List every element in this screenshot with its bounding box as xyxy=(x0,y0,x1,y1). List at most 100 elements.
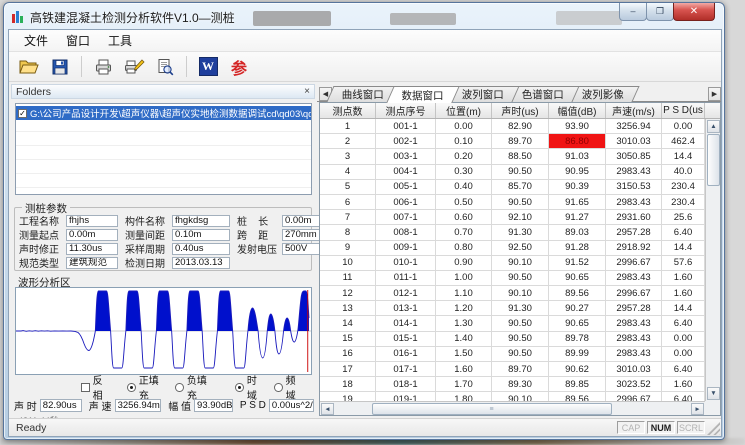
resize-grip[interactable] xyxy=(707,422,720,435)
menu-item-1[interactable]: 窗口 xyxy=(57,29,99,52)
print-setup-button[interactable] xyxy=(121,55,147,79)
table-cell: 006-1 xyxy=(376,195,436,209)
table-row[interactable]: 7007-10.6092.1091.272931.6025.6 xyxy=(320,210,705,225)
folders-close-icon[interactable]: × xyxy=(304,87,310,97)
param-field[interactable]: 11.30us xyxy=(66,243,118,255)
table-cell: 14 xyxy=(320,316,376,330)
table-body[interactable]: 1001-10.0082.9093.903256.940.002002-10.1… xyxy=(320,119,705,401)
param-label: 桩 长 xyxy=(237,213,282,228)
table-row[interactable]: 10010-10.9090.1091.522996.6757.6 xyxy=(320,256,705,271)
param-field[interactable]: 建筑规范 xyxy=(66,257,118,269)
table-cell: 91.30 xyxy=(492,301,549,315)
table-cell: 91.30 xyxy=(492,225,549,239)
table-row[interactable]: 19019-11.8090.1089.562996.676.40 xyxy=(320,392,705,401)
item-checkbox[interactable]: ✓ xyxy=(18,109,27,118)
word-export-button[interactable]: W xyxy=(195,55,221,79)
table-cell: 1.70 xyxy=(436,377,492,391)
table-row[interactable]: 4004-10.3090.5090.952983.4340.0 xyxy=(320,165,705,180)
param-field[interactable]: 0.00m xyxy=(66,229,118,241)
table-row[interactable]: 16016-11.5090.5089.992983.430.00 xyxy=(320,347,705,362)
menu-item-0[interactable]: 文件 xyxy=(15,29,57,52)
menu-bar: 文件窗口工具 xyxy=(9,30,721,52)
param-field[interactable]: fhjhs xyxy=(66,215,118,227)
table-cell: 11 xyxy=(320,271,376,285)
param-field[interactable]: 0.10m xyxy=(172,229,230,241)
parameters-button[interactable]: 参 xyxy=(226,55,252,79)
print-preview-button[interactable] xyxy=(152,55,178,79)
param-field[interactable]: 2013.03.13 xyxy=(172,257,230,269)
table-cell: 1.60 xyxy=(662,271,705,285)
save-button[interactable] xyxy=(47,55,73,79)
tabs: 曲线窗口数据窗口波列窗口色谱窗口波列影像 xyxy=(336,86,636,102)
table-row[interactable]: 15015-11.4090.5089.782983.430.00 xyxy=(320,332,705,347)
title-bar[interactable]: 高铁建混凝土检测分析软件V1.0—测桩 – ❐ ✕ xyxy=(4,3,724,29)
table-cell: 13 xyxy=(320,301,376,315)
waveform-canvas[interactable] xyxy=(15,287,312,375)
readout-label: P S D xyxy=(240,400,266,411)
folder-list-item[interactable]: ✓ G:\公司产品设计开发\超声仪器\超声仪实地检测数据调试cd\qd03\qd… xyxy=(16,106,311,120)
table-row[interactable]: 12012-11.1090.1089.562996.671.60 xyxy=(320,286,705,301)
table-cell: 89.78 xyxy=(549,332,606,346)
table-cell: 92.50 xyxy=(492,241,549,255)
table-cell: 2983.43 xyxy=(606,165,662,179)
horizontal-scrollbar-thumb[interactable]: ≡ xyxy=(372,403,612,415)
scrollbar-corner xyxy=(705,401,720,415)
maximize-button[interactable]: ❐ xyxy=(646,3,674,21)
waveform-controls: 反相 正填充负填充时域频域 xyxy=(15,380,313,394)
table-cell: 1.80 xyxy=(436,392,492,401)
table-cell: 1.10 xyxy=(436,286,492,300)
table-row[interactable]: 3003-10.2088.5091.033050.8514.4 xyxy=(320,149,705,164)
table-cell: 018-1 xyxy=(376,377,436,391)
table-cell: 89.99 xyxy=(549,347,606,361)
tab-1[interactable]: 数据窗口 xyxy=(386,86,460,103)
table-cell: 0.20 xyxy=(436,149,492,163)
table-row[interactable]: 18018-11.7089.3089.853023.521.60 xyxy=(320,377,705,392)
table-row[interactable]: 6006-10.5090.5091.652983.43230.4 xyxy=(320,195,705,210)
vertical-scrollbar-thumb[interactable] xyxy=(707,134,720,186)
table-cell: 14.4 xyxy=(662,149,705,163)
table-cell: 90.10 xyxy=(492,286,549,300)
folders-list[interactable]: ✓ G:\公司产品设计开发\超声仪器\超声仪实地检测数据调试cd\qd03\qd… xyxy=(15,103,312,195)
table-cell: 15 xyxy=(320,332,376,346)
table-cell: 005-1 xyxy=(376,180,436,194)
table-cell: 90.95 xyxy=(549,165,606,179)
table-cell: 6.40 xyxy=(662,316,705,330)
menu-item-2[interactable]: 工具 xyxy=(99,29,141,52)
table-cell: 16 xyxy=(320,347,376,361)
table-row[interactable]: 11011-11.0090.5090.652983.431.60 xyxy=(320,271,705,286)
table-cell: 009-1 xyxy=(376,241,436,255)
readout-field[interactable]: 93.90dB xyxy=(194,399,233,412)
table-cell: 3 xyxy=(320,149,376,163)
scroll-right-icon[interactable]: ► xyxy=(691,403,704,415)
scroll-up-icon[interactable]: ▲ xyxy=(707,120,720,133)
param-label: 检测日期 xyxy=(125,255,172,270)
print-button[interactable] xyxy=(90,55,116,79)
table-row[interactable]: 17017-11.6089.7090.623010.036.40 xyxy=(320,362,705,377)
table-row[interactable]: 9009-10.8092.5091.282918.9214.4 xyxy=(320,241,705,256)
tab-scroll-right-icon[interactable]: ▶ xyxy=(708,87,721,101)
table-row[interactable]: 14014-11.3090.5090.652983.436.40 xyxy=(320,316,705,331)
table-row[interactable]: 5005-10.4085.7090.393150.53230.4 xyxy=(320,180,705,195)
minimize-button[interactable]: – xyxy=(619,3,647,21)
table-cell: 93.90 xyxy=(549,119,606,133)
table-row[interactable]: 2002-10.1089.7086.803010.03462.4 xyxy=(320,134,705,149)
table-row[interactable]: 8008-10.7091.3089.032957.286.40 xyxy=(320,225,705,240)
readout-field[interactable]: 82.90us xyxy=(40,399,82,412)
table-row[interactable]: 1001-10.0082.9093.903256.940.00 xyxy=(320,119,705,134)
param-field[interactable]: 0.40us xyxy=(172,243,230,255)
open-file-button[interactable] xyxy=(16,55,42,79)
horizontal-scrollbar[interactable]: ◄ ≡ ► xyxy=(320,401,705,415)
close-button[interactable]: ✕ xyxy=(673,3,715,21)
table-cell: 90.65 xyxy=(549,316,606,330)
vertical-scrollbar[interactable]: ▲ ▼ xyxy=(705,119,720,401)
param-row-2: 声时修正11.30us采样周期0.40us发射电压500V xyxy=(19,242,309,255)
scroll-down-icon[interactable]: ▼ xyxy=(707,387,720,400)
readout-field[interactable]: 3256.94m/s xyxy=(115,399,162,412)
scroll-left-icon[interactable]: ◄ xyxy=(321,403,334,415)
table-row[interactable]: 13013-11.2091.3090.272957.2814.4 xyxy=(320,301,705,316)
table-cell: 1 xyxy=(320,119,376,133)
readout-field[interactable]: 0.00us^2/m xyxy=(269,399,314,412)
table-cell: 91.65 xyxy=(549,195,606,209)
app-window: 高铁建混凝土检测分析软件V1.0—测桩 – ❐ ✕ 文件窗口工具 xyxy=(3,2,725,440)
param-field[interactable]: fhgkdsg xyxy=(172,215,230,227)
